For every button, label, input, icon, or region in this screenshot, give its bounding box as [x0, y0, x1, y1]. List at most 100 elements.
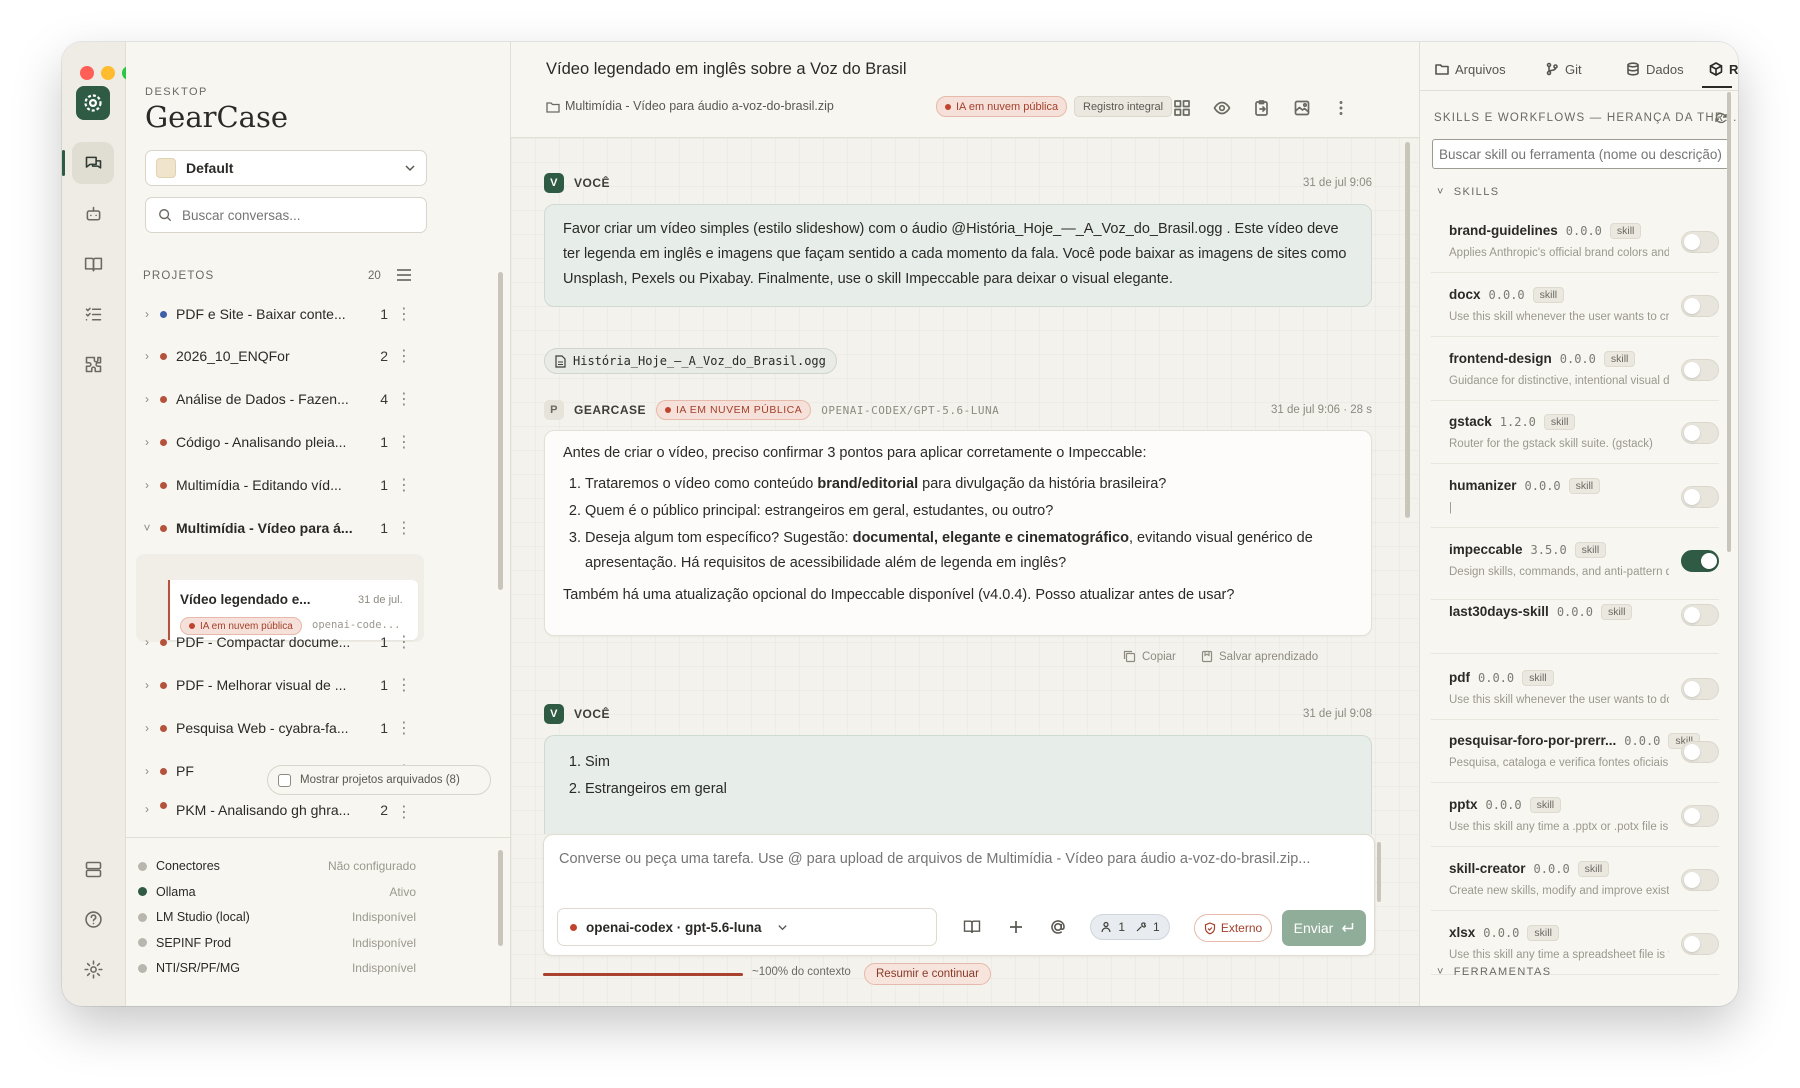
tab-data[interactable]: Dados — [1626, 50, 1684, 88]
preview-button[interactable] — [1210, 96, 1234, 120]
chevron-right-icon[interactable]: › — [134, 764, 160, 778]
summarize-continue-button[interactable]: Resumir e continuar — [864, 963, 991, 985]
skill-search-input[interactable] — [1432, 139, 1729, 169]
external-badge[interactable]: Externo — [1194, 914, 1272, 942]
project-item[interactable]: ˅ Multimídia - Vídeo para á... 1 ⋮ — [134, 508, 420, 548]
skill-toggle[interactable] — [1681, 603, 1719, 626]
chevron-right-icon[interactable]: › — [134, 635, 160, 649]
projects-count: 20 — [368, 270, 381, 282]
connector-item[interactable]: Conectores Não configurado — [138, 853, 416, 879]
skill-name: pdf — [1449, 669, 1470, 685]
profile-select[interactable]: Default — [145, 150, 427, 186]
composer-scrollbar[interactable] — [1377, 842, 1381, 902]
chevron-right-icon[interactable]: › — [134, 478, 160, 492]
sidebar-scrollbar[interactable] — [498, 272, 503, 590]
rail-chat-button[interactable] — [72, 142, 114, 184]
tabs-divider — [1419, 90, 1738, 91]
rail-storage-button[interactable] — [72, 848, 114, 890]
more-vertical-icon[interactable]: ⋮ — [388, 802, 420, 822]
window-close-button[interactable] — [80, 66, 94, 80]
chevron-right-icon[interactable]: › — [134, 435, 160, 449]
rail-agents-button[interactable] — [72, 193, 114, 235]
export-button[interactable] — [1250, 96, 1274, 120]
connector-item[interactable]: NTI/SR/PF/MG Indisponível — [138, 955, 416, 981]
skill-toggle[interactable] — [1681, 231, 1719, 253]
rail-library-button[interactable] — [72, 243, 114, 285]
skills-section-toggle[interactable]: ˅ SKILLS — [1437, 186, 1499, 198]
skill-toggle[interactable] — [1681, 550, 1719, 572]
skill-toggle[interactable] — [1681, 741, 1719, 764]
chat-scrollbar[interactable] — [1405, 142, 1410, 518]
connectors-scrollbar[interactable] — [498, 850, 503, 946]
project-item[interactable]: › PDF e Site - Baixar conte... 1 ⋮ — [134, 294, 420, 334]
chevron-right-icon[interactable]: › — [134, 721, 160, 735]
more-vertical-icon[interactable]: ⋮ — [388, 675, 420, 695]
more-vertical-icon[interactable]: ⋮ — [388, 632, 420, 652]
more-vertical-icon[interactable]: ⋮ — [388, 389, 420, 409]
tab-files[interactable]: Arquivos — [1435, 50, 1506, 88]
chevron-right-icon[interactable]: › — [134, 802, 160, 816]
send-button[interactable]: Enviar — [1282, 910, 1366, 946]
add-button[interactable] — [1006, 917, 1026, 942]
project-item[interactable]: › Análise de Dados - Fazen... 4 ⋮ — [134, 379, 420, 419]
chevron-right-icon[interactable]: › — [134, 392, 160, 406]
more-vertical-icon[interactable]: ⋮ — [388, 346, 420, 366]
robot-icon — [86, 206, 100, 221]
skill-toggle[interactable] — [1681, 932, 1719, 955]
tab-resources[interactable]: Recursos — [1709, 50, 1738, 88]
more-vertical-icon[interactable]: ⋮ — [388, 718, 420, 738]
more-vertical-icon[interactable]: ⋮ — [388, 432, 420, 452]
project-item[interactable]: › PDF - Melhorar visual de ... 1 ⋮ — [134, 665, 420, 705]
tools-section-toggle[interactable]: ˅ FERRAMENTAS — [1437, 966, 1551, 978]
grid-view-button[interactable] — [1170, 96, 1194, 120]
chat-path[interactable]: Multimídia - Vídeo para áudio a-voz-do-b… — [565, 99, 834, 113]
skill-toggle[interactable] — [1681, 294, 1719, 317]
skill-version: 0.0.0 — [1533, 862, 1570, 876]
image-button[interactable] — [1290, 96, 1314, 120]
project-item[interactable]: › PDF - Compactar docume... 1 ⋮ — [134, 622, 420, 662]
mention-button[interactable] — [1048, 917, 1068, 942]
rail-plugins-button[interactable] — [72, 343, 114, 385]
library-button[interactable] — [962, 917, 982, 942]
message-input[interactable] — [559, 847, 1339, 897]
model-select[interactable]: openai-codex · gpt-5.6-luna — [557, 908, 937, 946]
connector-item[interactable]: LM Studio (local) Indisponível — [138, 904, 416, 930]
project-item[interactable]: › 2026_10_ENQFor 2 ⋮ — [134, 336, 420, 376]
more-vertical-icon[interactable]: ⋮ — [388, 475, 420, 495]
more-vertical-icon[interactable]: ⋮ — [388, 304, 420, 324]
archived-checkbox[interactable] — [278, 773, 291, 787]
skill-toggle[interactable] — [1681, 422, 1719, 445]
skill-toggle[interactable] — [1681, 805, 1719, 828]
chevron-right-icon[interactable]: › — [134, 307, 160, 321]
show-archived-toggle[interactable]: Mostrar projetos arquivados (8) — [267, 765, 491, 795]
skill-toggle[interactable] — [1681, 358, 1719, 381]
search-input[interactable] — [182, 207, 412, 223]
conversation-search[interactable] — [145, 197, 427, 233]
connector-item[interactable]: Ollama Ativo — [138, 879, 416, 905]
rail-help-button[interactable] — [72, 898, 114, 940]
copy-button[interactable]: Copiar — [1123, 650, 1176, 663]
project-item[interactable]: › PKM - Analisando gh ghra... 2 ⋮ — [134, 802, 420, 824]
skill-toggle[interactable] — [1681, 486, 1719, 509]
project-item[interactable]: › Multimídia - Editando víd... 1 ⋮ — [134, 465, 420, 505]
chevron-right-icon[interactable]: › — [134, 678, 160, 692]
rail-tasks-button[interactable] — [72, 293, 114, 335]
panel-scrollbar[interactable] — [1727, 92, 1731, 552]
skill-toggle[interactable] — [1681, 869, 1719, 891]
more-options-button[interactable] — [1329, 96, 1353, 120]
attachment-chip[interactable]: História_Hoje_—_A_Voz_do_Brasil.ogg — [544, 348, 837, 374]
save-learning-button[interactable]: Salvar aprendizado — [1201, 650, 1318, 663]
project-item[interactable]: › Pesquisa Web - cyabra-fa... 1 ⋮ — [134, 708, 420, 748]
tools-chip[interactable]: 1 1 — [1090, 914, 1170, 940]
chevron-right-icon[interactable]: › — [134, 349, 160, 363]
project-item[interactable]: › Código - Analisando pleia... 1 ⋮ — [134, 422, 420, 462]
rail-settings-button[interactable] — [72, 948, 114, 990]
list-menu-icon[interactable] — [396, 268, 412, 282]
more-vertical-icon[interactable]: ⋮ — [388, 518, 420, 538]
tab-git[interactable]: Git — [1545, 50, 1582, 88]
connector-item[interactable]: SEPINF Prod Indisponível — [138, 930, 416, 956]
refresh-icon[interactable] — [1714, 111, 1728, 125]
window-minimize-button[interactable] — [101, 66, 115, 80]
skill-toggle[interactable] — [1681, 677, 1719, 700]
chevron-down-icon[interactable]: ˅ — [134, 521, 160, 535]
